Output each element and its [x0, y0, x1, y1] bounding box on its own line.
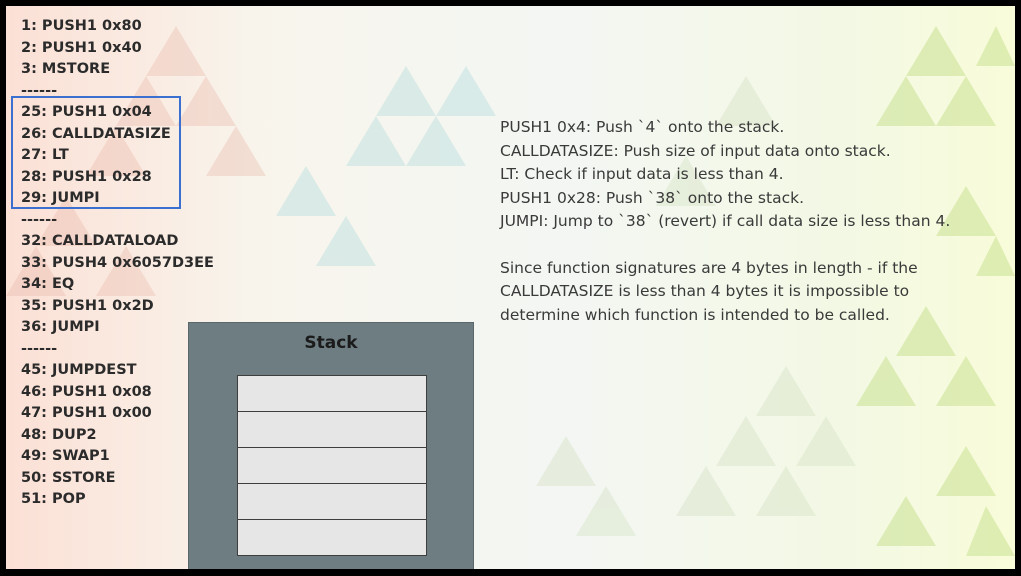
code-line: 1: PUSH1 0x80 [21, 18, 142, 34]
code-line: 34: EQ [21, 276, 75, 292]
code-line: 35: PUSH1 0x2D [21, 297, 154, 314]
code-line: 51: POP [21, 491, 86, 507]
code-line: 25: PUSH1 0x04 [21, 104, 152, 120]
code-separator: ------ [21, 340, 58, 357]
paragraph-line: CALLDATASIZE is less than 4 bytes it is … [500, 282, 910, 300]
code-line: 46: PUSH1 0x08 [21, 383, 152, 400]
code-line: 48: DUP2 [21, 426, 97, 443]
explanation-line: LT: Check if input data is less than 4. [500, 165, 784, 183]
code-line: 26: CALLDATASIZE [21, 125, 171, 142]
code-line: 2: PUSH1 0x40 [21, 39, 142, 56]
stack-slots [237, 375, 427, 556]
explanation-line: PUSH1 0x28: Push `38` onto the stack. [500, 188, 804, 207]
code-line: 36: JUMPI [21, 319, 100, 335]
stack-diagram: Stack [188, 322, 474, 569]
opcode-explanation: PUSH1 0x4: Push `4` onto the stack. CALL… [500, 116, 950, 327]
code-line: 3: MSTORE [21, 61, 111, 77]
code-line: 29: JUMPI [21, 190, 100, 206]
stack-slot [237, 375, 427, 412]
code-line: 28: PUSH1 0x28 [21, 168, 152, 185]
code-line: 45: JUMPDEST [21, 362, 137, 378]
code-line: 32: CALLDATALOAD [21, 233, 179, 249]
slide: 1: PUSH1 0x80 2: PUSH1 0x40 3: MSTORE --… [6, 6, 1015, 569]
code-separator: ------ [21, 211, 58, 228]
explanation-line: PUSH1 0x4: Push `4` onto the stack. [500, 118, 785, 136]
code-line: 47: PUSH1 0x00 [21, 405, 152, 421]
explanation-paragraph: Since function signatures are 4 bytes in… [500, 257, 950, 328]
paragraph-line: Since function signatures are 4 bytes in… [500, 258, 918, 277]
stack-slot [237, 447, 427, 484]
code-line: 50: SSTORE [21, 469, 116, 486]
stack-title: Stack [304, 333, 358, 353]
stack-slot [237, 411, 427, 448]
code-separator: ------ [21, 82, 58, 99]
explanation-line: CALLDATASIZE: Push size of input data on… [500, 141, 891, 160]
bytecode-listing: 1: PUSH1 0x80 2: PUSH1 0x40 3: MSTORE --… [21, 16, 214, 511]
code-line: 27: LT [21, 147, 69, 163]
explanation-line: JUMPI: Jump to `38` (revert) if call dat… [500, 212, 951, 230]
code-line: 49: SWAP1 [21, 448, 110, 464]
paragraph-line: determine which function is intended to … [500, 305, 890, 324]
stack-slot [237, 483, 427, 520]
stack-slot [237, 519, 427, 556]
code-line: 33: PUSH4 0x6057D3EE [21, 254, 214, 271]
